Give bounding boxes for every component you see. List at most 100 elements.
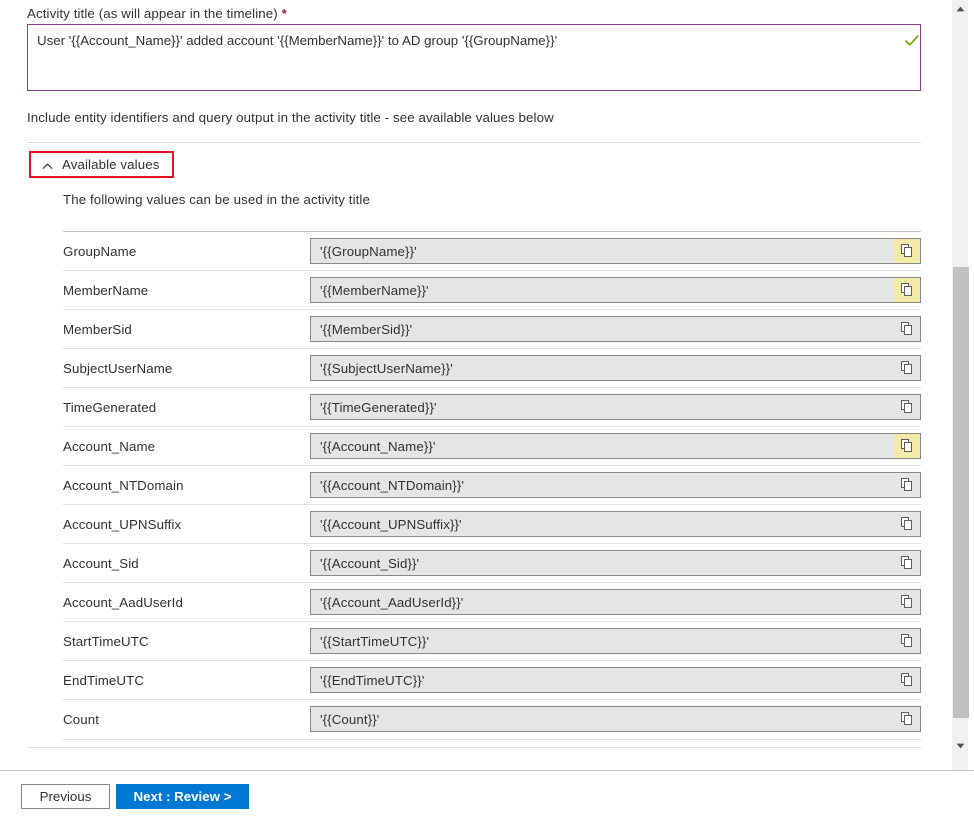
value-field: '{{EndTimeUTC}}' xyxy=(310,667,921,693)
scrollbar-thumb[interactable] xyxy=(953,267,969,718)
value-name-label: Account_NTDomain xyxy=(63,478,310,493)
value-name-label: Account_AadUserId xyxy=(63,595,310,610)
copy-icon xyxy=(900,673,914,687)
activity-title-helper-text: Include entity identifiers and query out… xyxy=(27,110,554,125)
table-row: GroupName'{{GroupName}}' xyxy=(63,231,921,270)
value-text: '{{EndTimeUTC}}' xyxy=(311,668,893,692)
scroll-up-arrow-icon[interactable] xyxy=(952,0,969,17)
copy-icon xyxy=(900,595,914,609)
scroll-content-pane: Activity title (as will appear in the ti… xyxy=(0,0,951,771)
value-field: '{{SubjectUserName}}' xyxy=(310,355,921,381)
value-field: '{{MemberSid}}' xyxy=(310,316,921,342)
value-text: '{{Account_Sid}}' xyxy=(311,551,893,575)
value-name-label: MemberSid xyxy=(63,322,310,337)
value-field: '{{Account_NTDomain}}' xyxy=(310,472,921,498)
value-name-label: StartTimeUTC xyxy=(63,634,310,649)
copy-icon xyxy=(900,556,914,570)
available-values-description: The following values can be used in the … xyxy=(63,192,370,207)
copy-to-clipboard-button[interactable] xyxy=(893,317,920,341)
value-name-label: TimeGenerated xyxy=(63,400,310,415)
activity-title-label-text: Activity title (as will appear in the ti… xyxy=(27,6,278,21)
copy-icon xyxy=(900,244,914,258)
value-name-label: Account_UPNSuffix xyxy=(63,517,310,532)
available-values-label: Available values xyxy=(62,157,159,172)
wizard-footer: Previous Next : Review > xyxy=(0,771,974,826)
value-name-label: GroupName xyxy=(63,244,310,259)
copy-icon xyxy=(900,712,914,726)
copy-to-clipboard-button[interactable] xyxy=(893,512,920,536)
activity-title-label: Activity title (as will appear in the ti… xyxy=(27,6,287,21)
copy-to-clipboard-button[interactable] xyxy=(893,551,920,575)
next-review-button[interactable]: Next : Review > xyxy=(116,784,249,809)
copy-to-clipboard-button[interactable] xyxy=(893,278,920,302)
value-text: '{{GroupName}}' xyxy=(311,239,893,263)
copy-to-clipboard-button[interactable] xyxy=(893,473,920,497)
value-field: '{{Account_Sid}}' xyxy=(310,550,921,576)
value-text: '{{Count}}' xyxy=(311,707,893,731)
copy-to-clipboard-button[interactable] xyxy=(893,629,920,653)
table-row: Account_UPNSuffix'{{Account_UPNSuffix}}' xyxy=(63,504,921,543)
copy-icon xyxy=(900,634,914,648)
value-field: '{{TimeGenerated}}' xyxy=(310,394,921,420)
value-name-label: MemberName xyxy=(63,283,310,298)
table-row: Count'{{Count}}' xyxy=(63,699,921,738)
value-name-label: Account_Name xyxy=(63,439,310,454)
table-row: EndTimeUTC'{{EndTimeUTC}}' xyxy=(63,660,921,699)
value-field: '{{Account_AadUserId}}' xyxy=(310,589,921,615)
table-row: Account_NTDomain'{{Account_NTDomain}}' xyxy=(63,465,921,504)
copy-icon xyxy=(900,400,914,414)
value-field: '{{MemberName}}' xyxy=(310,277,921,303)
value-field: '{{Account_UPNSuffix}}' xyxy=(310,511,921,537)
copy-icon xyxy=(900,517,914,531)
value-name-label: Account_Sid xyxy=(63,556,310,571)
table-row: Account_AadUserId'{{Account_AadUserId}}' xyxy=(63,582,921,621)
copy-icon xyxy=(900,439,914,453)
available-values-highlight-box: Available values xyxy=(29,151,174,178)
required-asterisk: * xyxy=(282,6,287,21)
available-values-toggle[interactable]: Available values xyxy=(31,153,172,176)
value-field: '{{Count}}' xyxy=(310,706,921,732)
value-field: '{{StartTimeUTC}}' xyxy=(310,628,921,654)
copy-to-clipboard-button[interactable] xyxy=(893,590,920,614)
available-values-table: GroupName'{{GroupName}}'MemberName'{{Mem… xyxy=(63,231,921,738)
copy-to-clipboard-button[interactable] xyxy=(893,239,920,263)
chevron-up-icon xyxy=(42,159,53,170)
table-row: Account_Name'{{Account_Name}}' xyxy=(63,426,921,465)
copy-icon xyxy=(900,322,914,336)
value-name-label: SubjectUserName xyxy=(63,361,310,376)
scroll-down-arrow-icon[interactable] xyxy=(952,737,969,754)
section-divider xyxy=(27,142,921,143)
value-text: '{{MemberName}}' xyxy=(311,278,893,302)
value-field: '{{Account_Name}}' xyxy=(310,433,921,459)
value-name-label: Count xyxy=(63,712,310,727)
copy-to-clipboard-button[interactable] xyxy=(893,434,920,458)
previous-button[interactable]: Previous xyxy=(21,784,110,809)
value-text: '{{Account_NTDomain}}' xyxy=(311,473,893,497)
activity-title-input[interactable] xyxy=(27,24,921,91)
table-row: Account_Sid'{{Account_Sid}}' xyxy=(63,543,921,582)
table-row: MemberSid'{{MemberSid}}' xyxy=(63,309,921,348)
copy-icon xyxy=(900,283,914,297)
value-field: '{{GroupName}}' xyxy=(310,238,921,264)
value-text: '{{StartTimeUTC}}' xyxy=(311,629,893,653)
table-row: MemberName'{{MemberName}}' xyxy=(63,270,921,309)
copy-icon xyxy=(900,361,914,375)
copy-to-clipboard-button[interactable] xyxy=(893,668,920,692)
value-text: '{{Account_AadUserId}}' xyxy=(311,590,893,614)
table-row: TimeGenerated'{{TimeGenerated}}' xyxy=(63,387,921,426)
value-name-label: EndTimeUTC xyxy=(63,673,310,688)
table-row: SubjectUserName'{{SubjectUserName}}' xyxy=(63,348,921,387)
copy-to-clipboard-button[interactable] xyxy=(893,356,920,380)
copy-icon xyxy=(900,478,914,492)
wizard-page: Activity title (as will appear in the ti… xyxy=(0,0,974,826)
value-text: '{{TimeGenerated}}' xyxy=(311,395,893,419)
value-text: '{{Account_Name}}' xyxy=(311,434,893,458)
copy-to-clipboard-button[interactable] xyxy=(893,707,920,731)
value-text: '{{MemberSid}}' xyxy=(311,317,893,341)
value-text: '{{Account_UPNSuffix}}' xyxy=(311,512,893,536)
section-bottom-rule xyxy=(27,747,921,748)
vertical-scrollbar[interactable] xyxy=(951,0,968,771)
table-row: StartTimeUTC'{{StartTimeUTC}}' xyxy=(63,621,921,660)
copy-to-clipboard-button[interactable] xyxy=(893,395,920,419)
value-text: '{{SubjectUserName}}' xyxy=(311,356,893,380)
